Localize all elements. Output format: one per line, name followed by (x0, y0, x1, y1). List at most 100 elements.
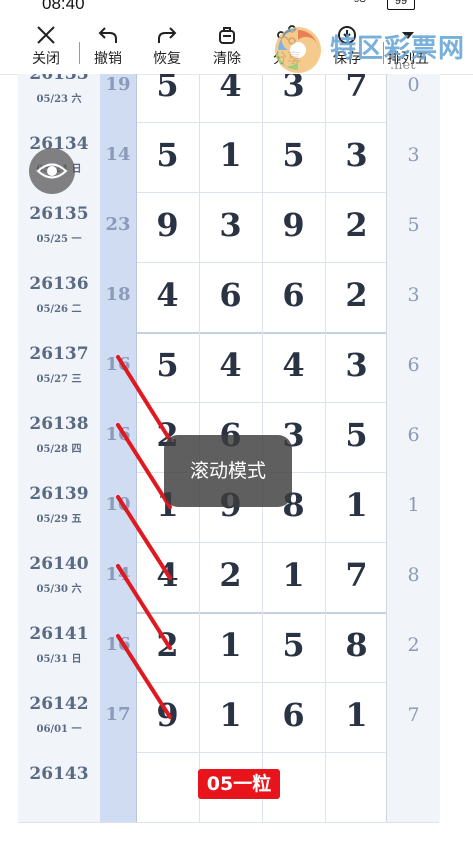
clear-button[interactable]: 清除 (197, 24, 257, 72)
digit-cell[interactable]: 4 (199, 74, 263, 122)
digit-cell[interactable]: 9 (262, 192, 326, 262)
issue-cell: 26137 05/27 三 (18, 332, 101, 402)
digit-cell[interactable]: 5 (262, 122, 326, 192)
sum-cell[interactable]: 18 (100, 262, 137, 332)
sum-cell[interactable]: 10 (100, 472, 137, 542)
issue-number: 26135 (29, 204, 89, 224)
digit-cell[interactable]: 7 (325, 542, 389, 612)
sum-cell[interactable]: 16 (100, 332, 137, 402)
last-digit-value: 7 (407, 704, 420, 726)
last-digit-value: 0 (407, 74, 420, 96)
table-row[interactable]: 26142 06/01 一 17 9 1 6 1 7 (18, 682, 440, 753)
last-digit-value: 6 (407, 424, 420, 446)
digit-cell[interactable]: 3 (262, 74, 326, 122)
last-digit-cell[interactable]: 2 (386, 612, 440, 682)
digit-cell[interactable]: 2 (325, 192, 389, 262)
digit-cell[interactable]: 9 (136, 682, 200, 752)
digit-cell[interactable]: 2 (199, 542, 263, 612)
digit-cell[interactable]: 8 (325, 612, 389, 682)
sum-cell[interactable]: 14 (100, 122, 137, 192)
last-digit-cell[interactable] (386, 752, 440, 822)
digit-value: 4 (282, 346, 305, 384)
redo-icon (158, 27, 177, 43)
issue-cell: 26141 05/31 日 (18, 612, 101, 682)
digit-cell[interactable]: 4 (136, 262, 200, 332)
undo-icon (98, 27, 117, 43)
digit-cell[interactable]: 3 (199, 192, 263, 262)
digit-cell[interactable]: 9 (136, 192, 200, 262)
last-digit-cell[interactable]: 6 (386, 332, 440, 402)
digit-cell[interactable]: 1 (262, 542, 326, 612)
table-row[interactable]: 26137 05/27 三 16 5 4 4 3 6 (18, 332, 440, 403)
issue-cell: 26139 05/29 五 (18, 472, 101, 542)
digit-cell[interactable]: 5 (262, 612, 326, 682)
table-row[interactable]: 26135 05/25 一 23 9 3 9 2 5 (18, 192, 440, 263)
table-row[interactable]: 26133 05/23 六 19 5 4 3 7 0 (18, 74, 440, 123)
digit-cell[interactable]: 1 (199, 122, 263, 192)
digit-cell[interactable]: 4 (199, 332, 263, 402)
digit-cell[interactable]: 6 (262, 262, 326, 332)
digit-cell[interactable]: 5 (136, 74, 200, 122)
digit-cell[interactable]: 3 (325, 122, 389, 192)
digit-cell[interactable]: 7 (325, 74, 389, 122)
last-digit-cell[interactable]: 6 (386, 402, 440, 472)
last-digit-cell[interactable]: 1 (386, 472, 440, 542)
digit-cell[interactable]: 5 (136, 122, 200, 192)
digit-value: 3 (282, 74, 305, 104)
digit-cell[interactable]: 1 (325, 682, 389, 752)
digit-value: 4 (219, 346, 242, 384)
table-row[interactable]: 26136 05/26 二 18 4 6 6 2 3 (18, 262, 440, 334)
last-digit-cell[interactable]: 8 (386, 542, 440, 612)
logo-subtext: .net (390, 58, 416, 73)
last-digit-cell[interactable]: 5 (386, 192, 440, 262)
sum-cell[interactable] (100, 752, 137, 822)
table-row[interactable]: 26140 05/30 六 14 4 2 1 7 8 (18, 542, 440, 614)
last-digit-cell[interactable]: 7 (386, 682, 440, 752)
sum-cell[interactable]: 17 (100, 682, 137, 752)
last-digit-cell[interactable]: 3 (386, 122, 440, 192)
redo-button[interactable]: 恢复 (137, 24, 197, 72)
digit-cell[interactable]: 6 (199, 262, 263, 332)
issue-cell: 26138 05/28 四 (18, 402, 101, 472)
issue-date: 05/31 日 (36, 654, 82, 665)
eye-icon (36, 163, 68, 179)
sum-cell[interactable]: 16 (100, 612, 137, 682)
last-digit-value: 8 (407, 564, 420, 586)
digit-cell[interactable]: 4 (262, 332, 326, 402)
table-row[interactable]: 26141 05/31 日 16 2 1 5 8 2 (18, 612, 440, 683)
undo-button[interactable]: 撤销 (78, 24, 138, 72)
digit-cell[interactable]: 3 (325, 332, 389, 402)
redo-label: 恢复 (153, 50, 181, 66)
digit-cell[interactable]: 6 (262, 682, 326, 752)
last-digit-cell[interactable]: 3 (386, 262, 440, 332)
digit-value: 2 (345, 206, 368, 244)
last-digit-cell[interactable]: 0 (386, 74, 440, 122)
digit-cell[interactable]: 1 (199, 682, 263, 752)
sum-cell[interactable]: 23 (100, 192, 137, 262)
digit-cell[interactable]: 1 (325, 472, 389, 542)
digit-cell[interactable]: 1 (199, 612, 263, 682)
last-digit-value: 2 (407, 634, 420, 656)
digit-value: 3 (345, 346, 368, 384)
sum-cell[interactable]: 14 (100, 542, 137, 612)
issue-number: 26137 (29, 344, 89, 364)
digit-cell[interactable]: 5 (136, 332, 200, 402)
digit-cell[interactable]: 5 (325, 402, 389, 472)
visibility-toggle-button[interactable] (29, 148, 75, 194)
eraser-icon (219, 27, 235, 44)
table-row[interactable]: 2613405/24 日1451533 (18, 122, 440, 193)
scroll-mode-toast: 滚动模式 (164, 435, 292, 507)
status-time: 08:40 (42, 0, 85, 13)
digit-cell[interactable] (325, 752, 389, 822)
digit-cell[interactable] (136, 752, 200, 822)
digit-cell[interactable]: 4 (136, 542, 200, 612)
issue-date: 05/30 六 (36, 584, 82, 595)
digit-cell[interactable]: 2 (325, 262, 389, 332)
digit-value: 5 (156, 74, 179, 104)
digit-value: 6 (219, 276, 242, 314)
sum-cell[interactable]: 16 (100, 402, 137, 472)
digit-cell[interactable]: 2 (136, 612, 200, 682)
close-button[interactable]: 关闭 (16, 24, 76, 72)
sum-cell[interactable]: 19 (100, 74, 137, 122)
lottery-chart-screen: 08:40 5G 99 关闭 撤销 恢复 清除 分享 保存 (0, 0, 473, 851)
